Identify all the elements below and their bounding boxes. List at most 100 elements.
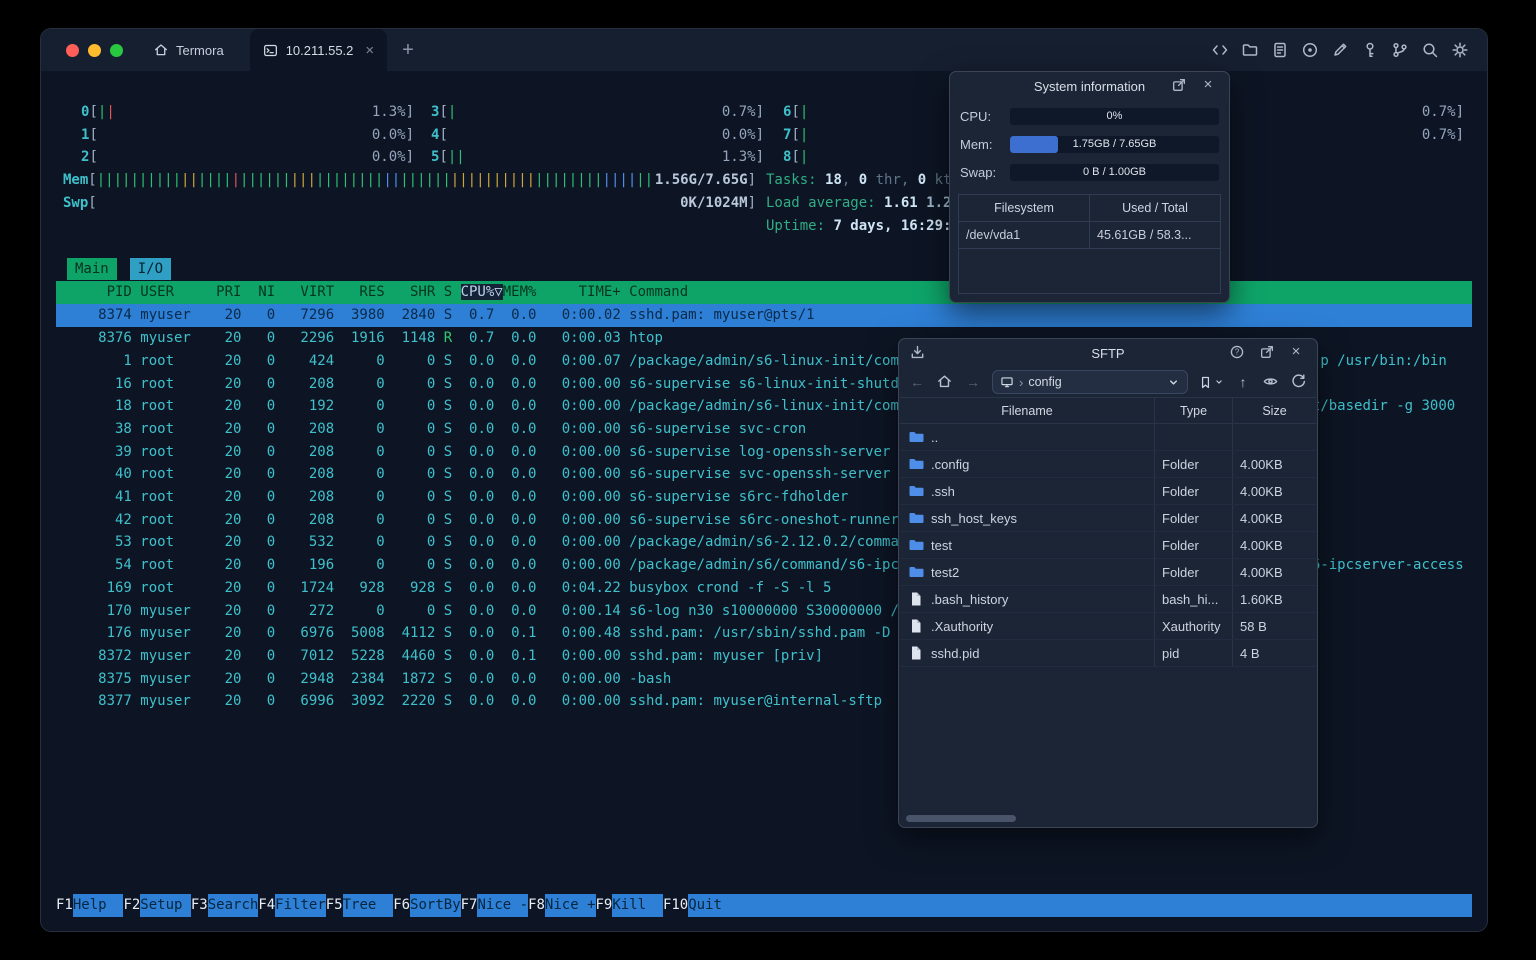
fkey-f4[interactable]: F4 [258, 894, 275, 917]
computer-icon [1001, 377, 1013, 388]
sftp-toolbar: ← → › config ↑ [899, 367, 1317, 397]
fkey-label-f6[interactable]: SortBy [410, 894, 461, 917]
settings-gear-icon[interactable] [1451, 41, 1469, 59]
fkey-label-f4[interactable]: Filter [275, 894, 326, 917]
filesystem-column-header: Filesystem [994, 201, 1054, 215]
fkey-label-f10[interactable]: Quit [688, 894, 739, 917]
size-column-header[interactable]: Size [1232, 398, 1316, 423]
home-icon[interactable] [936, 373, 954, 391]
file-row-test[interactable]: test Folder 4.00KB [900, 532, 1316, 559]
fkey-f5[interactable]: F5 [326, 894, 343, 917]
close-icon[interactable]: × [1287, 342, 1305, 360]
file-name: ssh_host_keys [931, 510, 1017, 526]
file-row-.config[interactable]: .config Folder 4.00KB [900, 451, 1316, 478]
folder-icon [908, 429, 924, 445]
cpu-meter-2: 2[0.0%] [81, 149, 414, 166]
type-column-header[interactable]: Type [1154, 398, 1232, 423]
fkey-f9[interactable]: F9 [596, 894, 613, 917]
fkey-f8[interactable]: F8 [528, 894, 545, 917]
file-type: Folder [1154, 559, 1232, 585]
mem-label: Mem: [960, 136, 993, 152]
help-icon[interactable]: ? [1229, 344, 1247, 362]
swap-meter-row: Swap: 0 B / 1.00GB [950, 158, 1229, 186]
system-information-panel: System information × CPU: 0% Mem: 1.75GB… [949, 71, 1230, 303]
bookmark-icon[interactable] [1198, 375, 1213, 390]
cpu-progress-bar: 0% [1010, 107, 1219, 125]
tab-close-icon[interactable]: × [365, 42, 374, 59]
bookmark-dropdown-icon[interactable] [1214, 377, 1224, 387]
close-icon[interactable]: × [1199, 75, 1217, 93]
close-window-button[interactable] [66, 43, 79, 57]
path-dropdown-icon[interactable] [1167, 376, 1180, 389]
forward-icon[interactable]: → [964, 373, 982, 391]
fkey-f6[interactable]: F6 [393, 894, 410, 917]
transfers-icon[interactable] [909, 344, 927, 362]
terminal-icon [263, 44, 277, 56]
record-icon[interactable] [1301, 41, 1319, 59]
file-size: 58 B [1232, 613, 1316, 639]
filename-column-header[interactable]: Filename [900, 398, 1154, 423]
minimize-window-button[interactable] [88, 43, 101, 57]
app-window: Termora 10.211.55.2 × + 0[| | 1.3%] 3[| 0.7%… [40, 28, 1488, 932]
titlebar-toolbar [1211, 41, 1487, 59]
file-row-test2[interactable]: test2 Folder 4.00KB [900, 559, 1316, 586]
session-tab[interactable]: 10.211.55.2 × [249, 29, 388, 71]
open-in-window-icon[interactable] [1259, 344, 1277, 362]
sort-column-header[interactable]: CPU%▽ [460, 284, 503, 300]
file-size: 4.00KB [1232, 505, 1316, 531]
open-in-window-icon[interactable] [1171, 77, 1189, 95]
key-icon[interactable] [1361, 41, 1379, 59]
mem-meter-row: Mem: 1.75GB / 7.65GB [950, 130, 1229, 158]
file-row-.bash_history[interactable]: .bash_history bash_hi... 1.60KB [900, 586, 1316, 613]
branch-icon[interactable] [1391, 41, 1409, 59]
file-row-.Xauthority[interactable]: .Xauthority Xauthority 58 B [900, 613, 1316, 640]
fkey-label-f9[interactable]: Kill [612, 894, 663, 917]
file-row-.ssh[interactable]: .ssh Folder 4.00KB [900, 478, 1316, 505]
fkey-label-f1[interactable]: Help [72, 894, 124, 917]
bookmark-group[interactable] [1198, 375, 1224, 390]
file-type: Folder [1154, 451, 1232, 477]
file-row-sshd.pid[interactable]: sshd.pid pid 4 B [900, 640, 1316, 667]
session-tab-title: 10.211.55.2 [285, 42, 354, 58]
file-row-..[interactable]: .. [900, 424, 1316, 451]
screen-tab-io[interactable]: I/O [129, 258, 172, 280]
folder-icon[interactable] [1241, 41, 1259, 59]
fkey-f3[interactable]: F3 [191, 894, 208, 917]
cpu-meter-4: 4[0.0%] [431, 126, 764, 143]
home-tab[interactable]: Termora [153, 42, 224, 58]
fkey-label-f8[interactable]: Nice + [544, 894, 596, 917]
filesystem-table-header: Filesystem Used / Total [959, 195, 1220, 222]
fkey-f10[interactable]: F10 [663, 894, 688, 917]
fkey-label-f3[interactable]: Search [207, 894, 259, 917]
edit-icon[interactable] [1331, 41, 1349, 59]
parent-directory-icon[interactable]: ↑ [1234, 373, 1252, 391]
file-size: 4.00KB [1232, 559, 1316, 585]
fkey-f2[interactable]: F2 [123, 894, 140, 917]
folder-icon [908, 510, 924, 526]
file-name: .. [931, 429, 939, 445]
fkey-f7[interactable]: F7 [461, 894, 478, 917]
fkey-label-f7[interactable]: Nice - [477, 894, 529, 917]
new-tab-button[interactable]: + [402, 39, 414, 62]
cpu-label: CPU: [960, 108, 992, 124]
log-icon[interactable] [1271, 41, 1289, 59]
filesystem-row[interactable]: /dev/vda1 45.61GB / 58.3... [959, 222, 1220, 249]
fkey-f1[interactable]: F1 [56, 894, 73, 917]
horizontal-scrollbar[interactable] [906, 815, 1016, 822]
back-icon[interactable]: ← [908, 373, 926, 391]
fkey-label-f2[interactable]: Setup [140, 894, 191, 917]
file-type: Folder [1154, 478, 1232, 504]
screen-tab-main[interactable]: Main [67, 258, 117, 280]
memory-meter: Mem[|||||||||| || |||| | |||||| ||| |||||||| ||… [63, 172, 756, 189]
terminal[interactable]: 0[||1.3%]3[|0.7%]6[|0.7%]9[|0.7%]1[0.0%]… [41, 71, 1487, 931]
fkey-label-f5[interactable]: Tree [342, 894, 394, 917]
file-row-ssh_host_keys[interactable]: ssh_host_keys Folder 4.00KB [900, 505, 1316, 532]
show-hidden-eye-icon[interactable] [1262, 373, 1280, 391]
code-icon[interactable] [1211, 41, 1229, 59]
search-icon[interactable] [1421, 41, 1439, 59]
refresh-icon[interactable] [1290, 373, 1308, 391]
zoom-window-button[interactable] [110, 43, 123, 57]
path-bar[interactable]: › config [992, 370, 1188, 394]
filesystem-table: Filesystem Used / Total /dev/vda1 45.61G… [958, 194, 1221, 294]
process-row-8374[interactable]: 8374 myuser 20 0 7296 3980 2840 S 0.7 0.… [56, 304, 1472, 328]
